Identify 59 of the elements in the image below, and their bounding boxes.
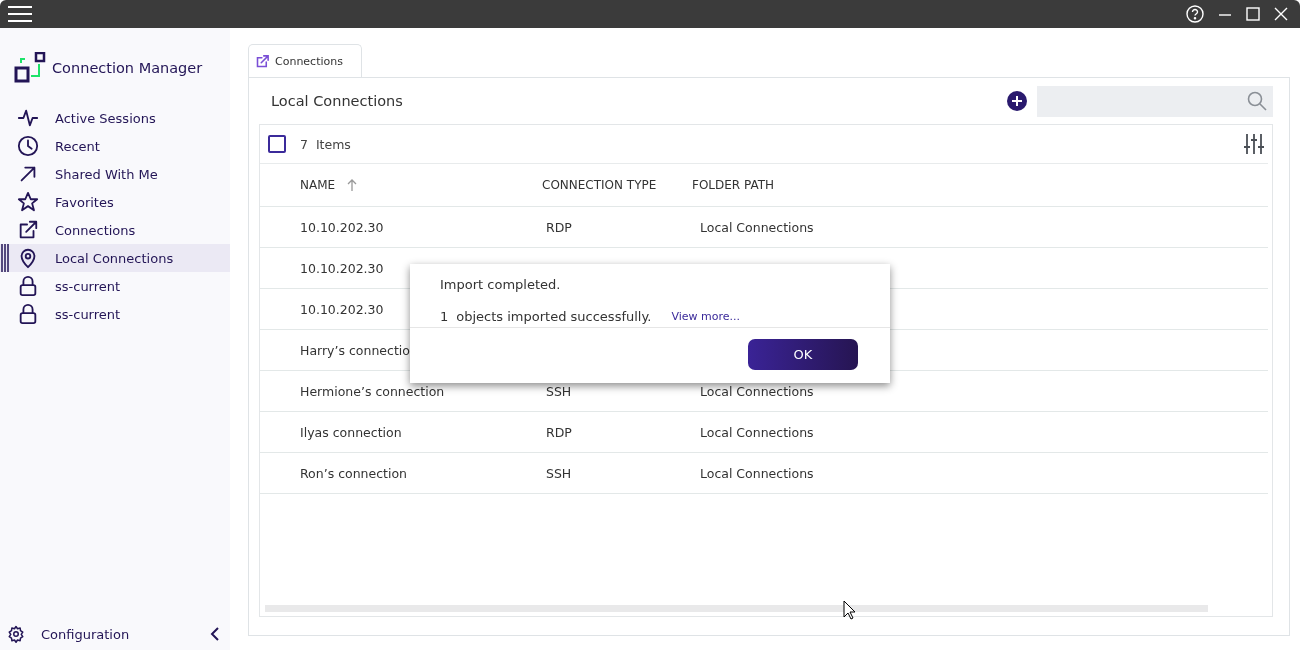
lock-icon: [17, 303, 39, 325]
search-icon[interactable]: [1247, 91, 1267, 111]
dialog-title: Import completed.: [439, 276, 562, 294]
table-cell: Local Connections: [700, 465, 814, 481]
import-count: 1: [440, 308, 449, 324]
item-count: 7 Items: [300, 136, 352, 152]
column-header[interactable]: FOLDER PATH: [692, 178, 775, 192]
ok-button[interactable]: OK: [748, 339, 858, 370]
logo-icon: [14, 52, 46, 84]
mouse-cursor-icon: [843, 600, 856, 620]
dialog-message: objects imported successfully.: [456, 308, 652, 324]
search-field[interactable]: [1037, 85, 1273, 117]
maximize-icon[interactable]: [1246, 7, 1260, 21]
collapse-chevron-icon[interactable]: [210, 627, 220, 641]
star-icon: [17, 191, 39, 213]
pulse-icon: [17, 107, 39, 129]
table-cell: RDP: [546, 424, 572, 440]
sidebar-item[interactable]: Favorites: [0, 188, 230, 216]
close-icon[interactable]: [1274, 7, 1288, 21]
column-header[interactable]: CONNECTION TYPE: [542, 178, 657, 192]
table-cell: Hermione’s connection: [300, 383, 445, 399]
column-header[interactable]: NAME: [300, 178, 336, 192]
horizontal-scrollbar[interactable]: [265, 605, 1208, 612]
help-icon[interactable]: [1186, 5, 1204, 23]
view-more-link[interactable]: View more...: [671, 309, 740, 323]
selection-indicator: [1, 244, 10, 272]
table-cell: Local Connections: [700, 219, 814, 235]
external-link-icon: [255, 54, 270, 69]
table-cell: Harry’s connectio: [300, 342, 410, 358]
table-cell: Local Connections: [700, 424, 814, 440]
sidebar-item[interactable]: Connections: [0, 216, 230, 244]
sidebar-item[interactable]: Recent: [0, 132, 230, 160]
table-cell: Ron’s connection: [300, 465, 408, 481]
sidebar-item[interactable]: Active Sessions: [0, 104, 230, 132]
table-cell: Local Connections: [700, 383, 814, 399]
clock-icon: [17, 135, 39, 157]
app-name: Connection Manager: [52, 60, 203, 76]
table-cell: 10.10.202.30: [300, 219, 384, 235]
lock-icon: [17, 275, 39, 297]
table-cell: RDP: [546, 219, 572, 235]
gear-icon: [7, 625, 25, 643]
sidebar-item[interactable]: Local Connections: [0, 244, 230, 272]
sidebar-item[interactable]: ss-current: [0, 300, 230, 328]
configuration-label[interactable]: Configuration: [41, 626, 194, 642]
table-cell: 10.10.202.30: [300, 301, 384, 317]
table-cell: 10.10.202.30: [300, 260, 384, 276]
panel-title: Local Connections: [271, 93, 404, 109]
sidebar-item[interactable]: ss-current: [0, 272, 230, 300]
external-link-icon: [17, 219, 39, 241]
tab[interactable]: Connections: [248, 44, 362, 78]
filter-sliders-icon[interactable]: [1244, 133, 1264, 155]
table-cell: SSH: [546, 465, 572, 481]
menu-icon[interactable]: [8, 5, 32, 23]
table-cell: Ilyas connection: [300, 424, 402, 440]
sidebar-item[interactable]: Shared With Me: [0, 160, 230, 188]
table-cell: SSH: [546, 383, 572, 399]
add-icon[interactable]: [1007, 91, 1027, 111]
sort-up-arrow-icon[interactable]: [347, 179, 358, 191]
select-all-checkbox[interactable]: [268, 135, 286, 153]
